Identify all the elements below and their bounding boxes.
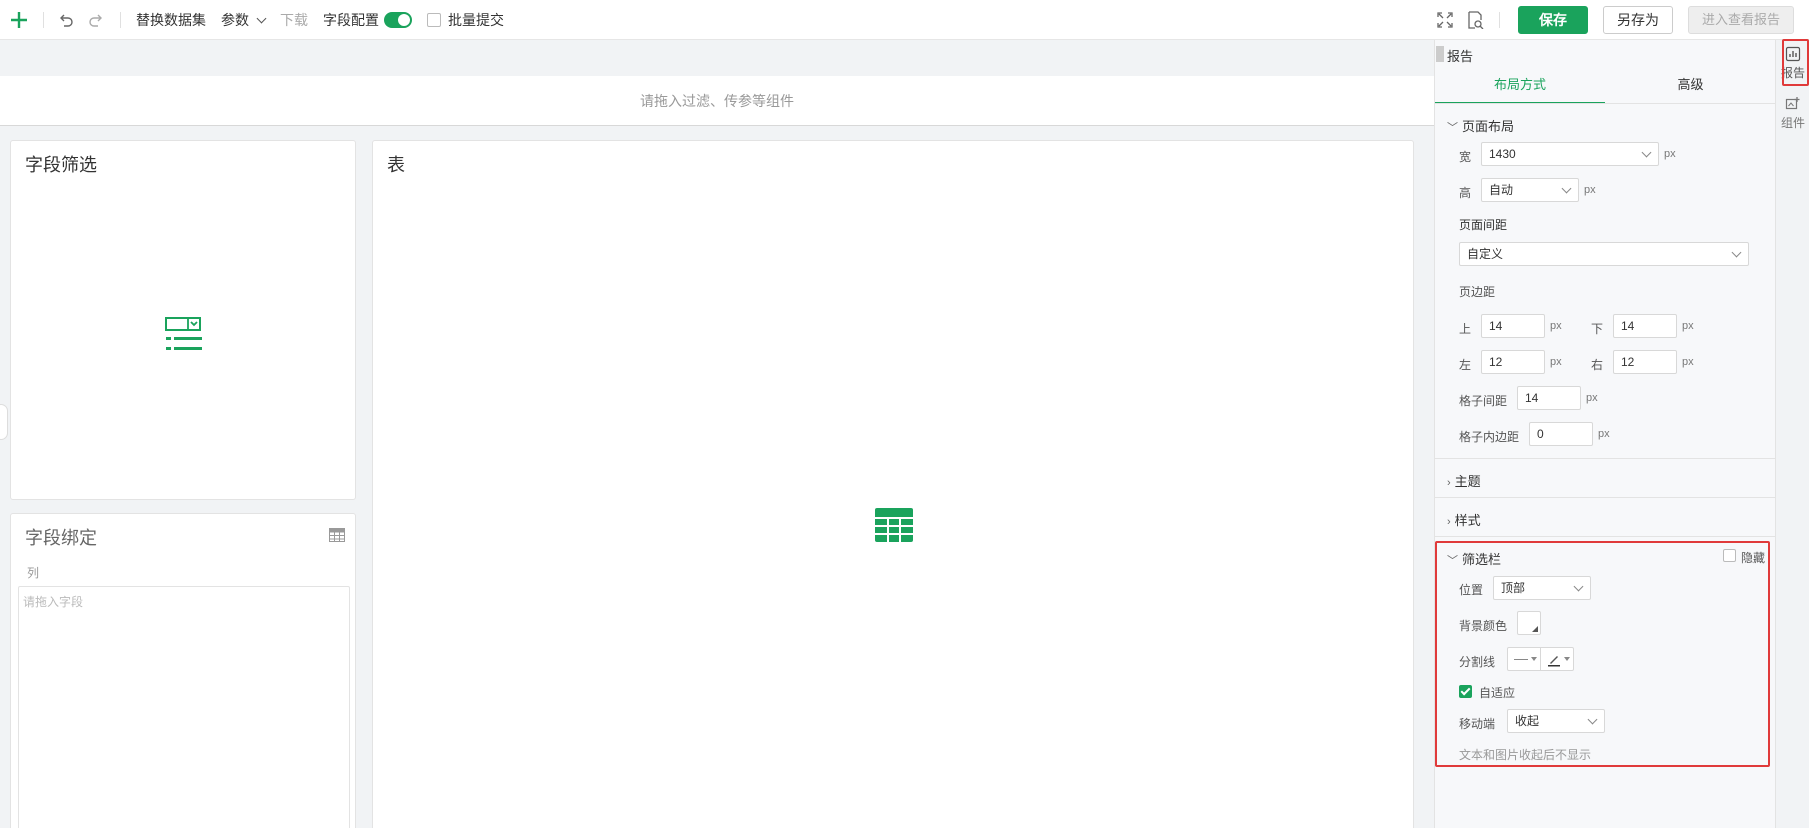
rail-component-label: 组件	[1780, 116, 1805, 130]
filter-widget-icon	[165, 317, 202, 350]
field-filter-title: 字段筛选	[25, 155, 97, 175]
toolbar-divider	[43, 12, 44, 28]
batch-submit-checkbox[interactable]	[427, 13, 441, 27]
grid-gap-input[interactable]: 14	[1517, 386, 1581, 410]
spacing-mode-select[interactable]: 自定义	[1459, 242, 1749, 266]
field-config-toggle[interactable]	[384, 12, 412, 28]
right-side-rail: 报告 组件	[1775, 39, 1809, 828]
page-layout-section-header[interactable]: ﹀ 页面布局	[1447, 116, 1514, 135]
margin-right-label: 右	[1591, 358, 1604, 372]
width-select[interactable]: 1430	[1481, 142, 1659, 166]
component-add-icon	[1785, 97, 1800, 110]
grid-gap-label: 格子间距	[1459, 394, 1508, 408]
theme-section-header[interactable]: › 主题	[1447, 471, 1481, 490]
top-toolbar: 替换数据集 参数 下载 字段配置 批量提交 保存 另存为 进入查看报告	[0, 0, 1809, 40]
style-title: 样式	[1454, 513, 1481, 528]
drag-field-placeholder: 请拖入字段	[23, 595, 84, 609]
width-label: 宽	[1459, 150, 1472, 164]
margin-top-input[interactable]: 14	[1481, 314, 1545, 338]
margin-bottom-label: 下	[1591, 322, 1604, 336]
panel-collapse-button[interactable]	[1436, 46, 1444, 62]
tabs-divider	[1435, 103, 1776, 104]
download-button[interactable]: 下载	[280, 0, 308, 40]
field-binding-title: 字段绑定	[25, 528, 97, 548]
highlight-filter-bar	[1435, 541, 1770, 767]
params-label: 参数	[221, 12, 249, 28]
highlight-report-rail	[1782, 39, 1809, 86]
table-icon	[875, 508, 913, 542]
params-dropdown[interactable]: 参数	[221, 0, 267, 40]
tab-layout[interactable]: 布局方式	[1435, 66, 1605, 104]
page-spacing-title: 页面间距	[1459, 218, 1508, 232]
toolbar-divider	[120, 12, 121, 28]
margin-bottom-input[interactable]: 14	[1613, 314, 1677, 338]
margin-bottom-unit: px	[1682, 320, 1694, 332]
chevron-down-icon	[256, 13, 267, 24]
rail-component-button[interactable]: 组件	[1776, 96, 1809, 140]
redo-icon[interactable]	[88, 12, 104, 28]
grid-gap-unit: px	[1586, 392, 1598, 404]
width-unit: px	[1664, 148, 1676, 160]
margin-left-unit: px	[1550, 356, 1562, 368]
tab-advanced[interactable]: 高级	[1605, 66, 1776, 104]
margin-right-unit: px	[1682, 356, 1694, 368]
replace-dataset-button[interactable]: 替换数据集	[136, 0, 206, 40]
section-divider	[1435, 458, 1776, 459]
grid-padding-unit: px	[1598, 428, 1610, 440]
chevron-right-icon: ›	[1447, 516, 1451, 528]
report-canvas: 请拖入过滤、传参等组件 字段筛选 字段绑定 列 请拖入字段 表	[0, 40, 1434, 828]
height-unit: px	[1584, 184, 1596, 196]
batch-submit-label: 批量提交	[448, 12, 504, 28]
chevron-down-icon: ﹀	[1447, 122, 1458, 134]
style-section-header[interactable]: › 样式	[1447, 510, 1481, 529]
height-label: 高	[1459, 186, 1472, 200]
left-collapse-handle[interactable]	[0, 404, 8, 440]
page-layout-title: 页面布局	[1462, 119, 1515, 134]
preview-icon[interactable]	[1466, 11, 1484, 29]
field-config-label: 字段配置	[323, 12, 379, 28]
height-select[interactable]: 自动	[1481, 178, 1579, 202]
save-as-button[interactable]: 另存为	[1603, 6, 1673, 34]
grid-padding-label: 格子内边距	[1459, 430, 1520, 444]
table-small-icon[interactable]	[329, 528, 345, 542]
panel-title: 报告	[1447, 49, 1474, 64]
filter-dropzone[interactable]: 请拖入过滤、传参等组件	[0, 76, 1434, 126]
enter-report-button[interactable]: 进入查看报告	[1688, 6, 1794, 34]
field-filter-card[interactable]: 字段筛选	[10, 140, 356, 500]
section-divider	[1435, 497, 1776, 498]
theme-title: 主题	[1454, 474, 1481, 489]
table-card[interactable]: 表	[372, 140, 1414, 828]
grid-padding-input[interactable]: 0	[1529, 422, 1593, 446]
add-icon[interactable]	[10, 11, 28, 29]
fullscreen-icon[interactable]	[1437, 12, 1453, 28]
save-button[interactable]: 保存	[1518, 6, 1588, 34]
table-title: 表	[387, 155, 405, 175]
chevron-right-icon: ›	[1447, 477, 1451, 489]
margin-right-input[interactable]: 12	[1613, 350, 1677, 374]
field-drop-area[interactable]: 请拖入字段	[18, 586, 350, 828]
settings-panel: 报告 布局方式 高级 ﹀ 页面布局 宽 1430 px 高 自动 px 页面间距 …	[1434, 40, 1776, 828]
toolbar-divider	[1499, 12, 1500, 28]
margin-title: 页边距	[1459, 285, 1496, 299]
margin-top-label: 上	[1459, 322, 1472, 336]
section-divider	[1435, 536, 1776, 537]
undo-icon[interactable]	[58, 12, 74, 28]
margin-left-input[interactable]: 12	[1481, 350, 1545, 374]
column-label: 列	[27, 566, 40, 580]
margin-left-label: 左	[1459, 358, 1472, 372]
field-binding-card[interactable]: 字段绑定 列 请拖入字段	[10, 513, 356, 828]
margin-top-unit: px	[1550, 320, 1562, 332]
